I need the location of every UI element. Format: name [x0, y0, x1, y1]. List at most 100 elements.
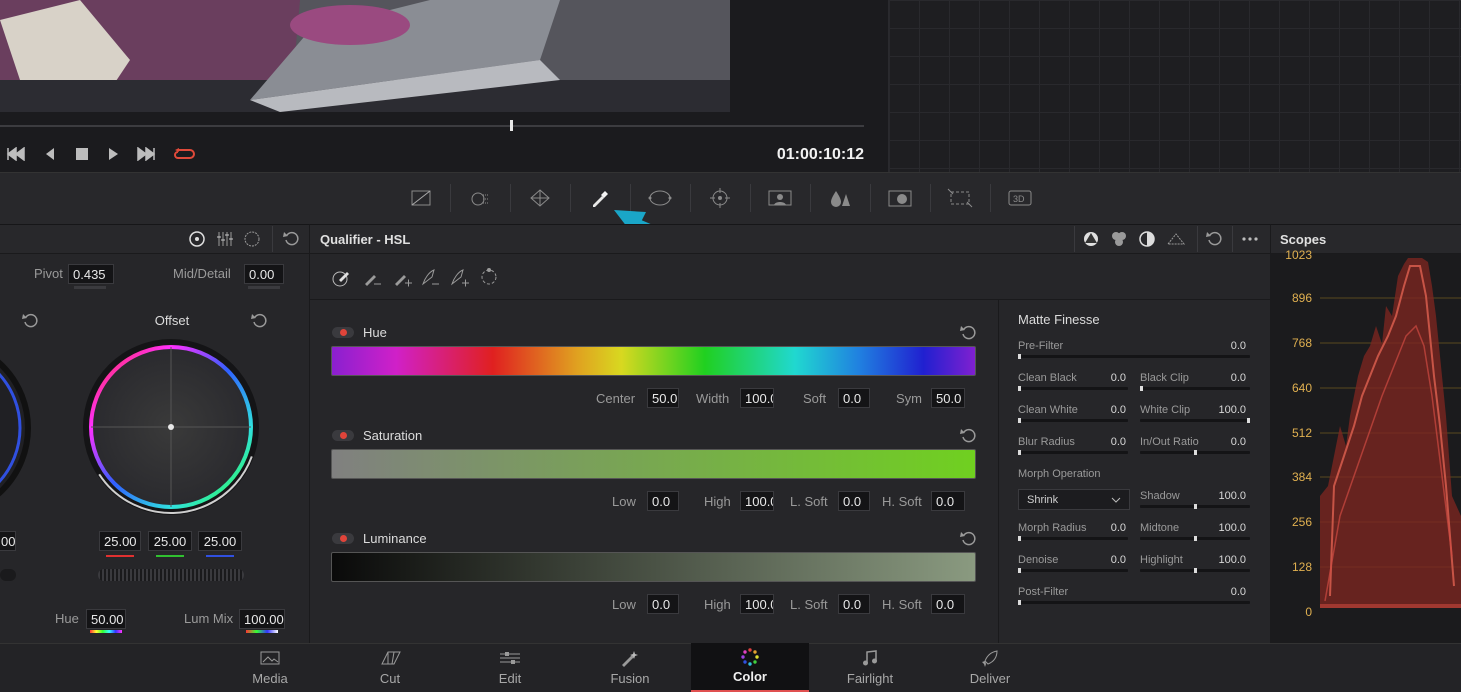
reset-lift-icon[interactable] — [22, 312, 38, 331]
saturation-range-bar[interactable] — [331, 449, 976, 479]
shadow-slider[interactable] — [1140, 504, 1250, 509]
color-warper-icon[interactable] — [467, 186, 493, 210]
morph-radius-slider[interactable] — [1018, 536, 1128, 541]
hue-range-bar[interactable] — [331, 346, 976, 376]
curves-icon[interactable] — [408, 186, 434, 210]
nav-cut[interactable]: Cut — [331, 643, 449, 692]
luminance-toggle[interactable] — [332, 533, 354, 544]
step-back-icon[interactable] — [40, 145, 60, 163]
hue-soft-field[interactable]: 0.0 — [838, 388, 870, 408]
rgb-mode-icon[interactable] — [1110, 230, 1128, 251]
primaries-bars-icon[interactable] — [216, 230, 234, 251]
reset-saturation-icon[interactable] — [960, 427, 976, 446]
saturation-toggle[interactable] — [332, 430, 354, 441]
clean-white-value[interactable]: 0.0 — [1080, 404, 1126, 416]
offset-red-field[interactable]: 25.00 — [99, 531, 141, 551]
white-clip-slider[interactable] — [1140, 418, 1250, 423]
nav-color[interactable]: Color — [691, 643, 809, 692]
playhead[interactable] — [510, 120, 513, 131]
timeline-scrubber[interactable] — [0, 125, 864, 127]
lummix-field[interactable]: 100.00 — [239, 609, 285, 629]
invert-icon[interactable] — [478, 266, 500, 291]
hue-sym-field[interactable]: 50.0 — [931, 388, 965, 408]
hue-center-field[interactable]: 50.0 — [647, 388, 679, 408]
postfilter-slider[interactable] — [1018, 600, 1250, 605]
gain-blue-field[interactable]: 00 — [0, 531, 16, 551]
postfilter-value[interactable]: 0.0 — [1200, 586, 1246, 598]
nav-edit[interactable]: Edit — [451, 643, 569, 692]
picker-plus-icon[interactable] — [392, 266, 414, 291]
more-options-icon[interactable] — [1240, 230, 1260, 251]
morph-operation-dropdown[interactable]: Shrink — [1018, 489, 1130, 510]
middetail-field[interactable]: 0.00 — [244, 264, 284, 284]
luminance-range-bar[interactable] — [331, 552, 976, 582]
nav-fairlight[interactable]: Fairlight — [811, 643, 929, 692]
loop-icon[interactable] — [173, 145, 195, 163]
go-to-end-icon[interactable] — [136, 145, 156, 163]
denoise-slider[interactable] — [1018, 568, 1128, 573]
log-wheels-icon[interactable] — [243, 230, 263, 251]
nav-media[interactable]: Media — [211, 643, 329, 692]
midtone-slider[interactable] — [1140, 536, 1250, 541]
blur-radius-slider[interactable] — [1018, 450, 1128, 455]
sizing-icon[interactable] — [947, 186, 973, 210]
lum-hsoft-field[interactable]: 0.0 — [931, 594, 965, 614]
nav-deliver[interactable]: Deliver — [931, 643, 1049, 692]
3d-icon[interactable]: 3D — [1007, 186, 1033, 210]
sat-low-field[interactable]: 0.0 — [647, 491, 679, 511]
nav-fusion[interactable]: Fusion — [571, 643, 689, 692]
sat-high-field[interactable]: 100.0 — [740, 491, 774, 511]
offset-green-field[interactable]: 25.00 — [148, 531, 192, 551]
black-clip-slider[interactable] — [1140, 386, 1250, 391]
picker-minus-icon[interactable] — [362, 266, 384, 291]
sat-hsoft-field[interactable]: 0.0 — [931, 491, 965, 511]
offset-master-wheel[interactable] — [98, 569, 244, 581]
play-icon[interactable] — [103, 145, 123, 163]
clean-black-value[interactable]: 0.0 — [1080, 372, 1126, 384]
stop-icon[interactable] — [72, 145, 92, 163]
lum-high-field[interactable]: 100.0 — [740, 594, 774, 614]
feather-plus-icon[interactable] — [449, 266, 471, 291]
midtone-value[interactable]: 100.0 — [1200, 522, 1246, 534]
color-wheels-mode-icon[interactable] — [188, 230, 206, 251]
go-to-start-icon[interactable] — [6, 145, 26, 163]
offset-label: Offset — [154, 313, 190, 328]
sat-lsoft-field[interactable]: 0.0 — [838, 491, 870, 511]
hue-field[interactable]: 50.00 — [86, 609, 126, 629]
offset-wheel[interactable] — [80, 336, 262, 518]
hsl-mode-icon[interactable] — [1082, 230, 1100, 251]
3d-qualifier-icon[interactable] — [1166, 230, 1186, 251]
shadow-value[interactable]: 100.0 — [1200, 490, 1246, 502]
prefilter-slider[interactable] — [1018, 354, 1250, 359]
lum-low-field[interactable]: 0.0 — [647, 594, 679, 614]
white-clip-value[interactable]: 100.0 — [1200, 404, 1246, 416]
hue-toggle[interactable] — [332, 327, 354, 338]
inout-ratio-slider[interactable] — [1140, 450, 1250, 455]
blur-radius-value[interactable]: 0.0 — [1080, 436, 1126, 448]
highlight-slider[interactable] — [1140, 568, 1250, 573]
hsl-warper-icon[interactable] — [527, 186, 553, 210]
offset-blue-field[interactable]: 25.00 — [198, 531, 242, 551]
luma-mode-icon[interactable] — [1138, 230, 1156, 251]
clean-white-slider[interactable] — [1018, 418, 1128, 423]
node-editor[interactable] — [888, 0, 1461, 172]
reset-primaries-icon[interactable] — [283, 230, 299, 249]
gain-wheel-partial[interactable] — [0, 340, 36, 520]
reset-qualifier-icon[interactable] — [1206, 230, 1222, 249]
feather-minus-icon[interactable] — [420, 266, 442, 291]
inout-ratio-value[interactable]: 0.0 — [1200, 436, 1246, 448]
highlight-value[interactable]: 100.0 — [1200, 554, 1246, 566]
prefilter-value[interactable]: 0.0 — [1200, 340, 1246, 352]
scope-scale-896: 896 — [1291, 291, 1312, 305]
reset-offset-icon[interactable] — [251, 312, 267, 331]
reset-luminance-icon[interactable] — [960, 530, 976, 549]
reset-hue-icon[interactable] — [960, 324, 976, 343]
denoise-value[interactable]: 0.0 — [1080, 554, 1126, 566]
picker-icon[interactable] — [331, 266, 353, 291]
pivot-field[interactable]: 0.435 — [68, 264, 114, 284]
lum-lsoft-field[interactable]: 0.0 — [838, 594, 870, 614]
hue-width-field[interactable]: 100.0 — [740, 388, 774, 408]
clean-black-slider[interactable] — [1018, 386, 1128, 391]
morph-radius-value[interactable]: 0.0 — [1080, 522, 1126, 534]
black-clip-value[interactable]: 0.0 — [1200, 372, 1246, 384]
